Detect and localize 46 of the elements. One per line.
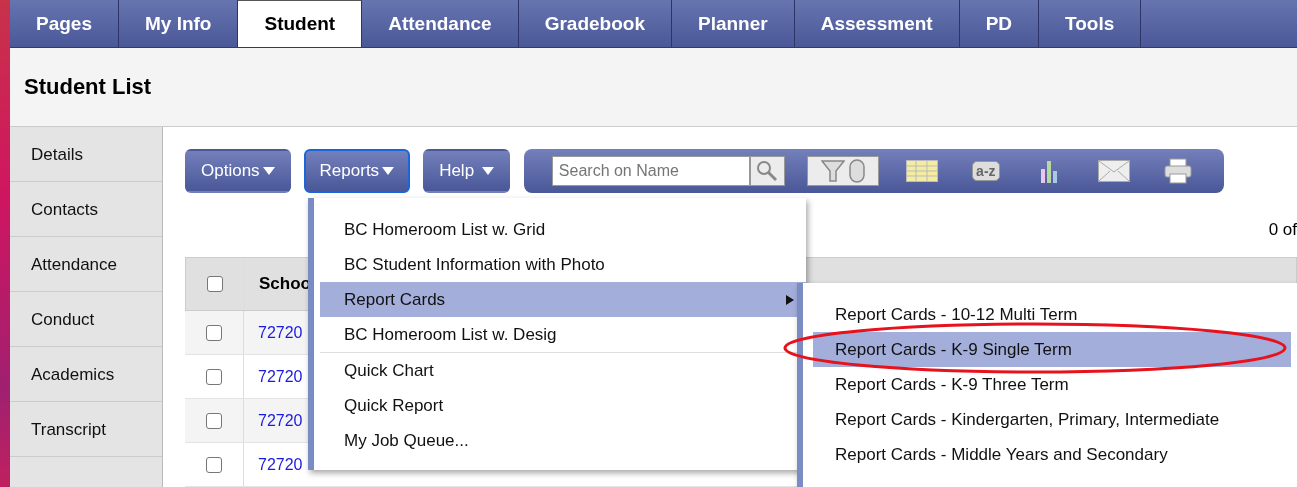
caret-icon bbox=[262, 167, 275, 175]
select-all-checkbox[interactable] bbox=[207, 276, 223, 292]
menu-button[interactable]: Reports bbox=[303, 149, 411, 193]
submenu-item[interactable]: Report Cards - K-9 Three Term bbox=[813, 367, 1291, 402]
search-icon bbox=[756, 160, 779, 182]
row-checkbox[interactable] bbox=[206, 412, 222, 429]
nav-tab[interactable]: Attendance bbox=[362, 0, 519, 48]
menu-item[interactable]: Report Cards bbox=[320, 282, 806, 317]
nav-tab[interactable]: Assessment bbox=[794, 0, 960, 48]
filter-button[interactable] bbox=[806, 156, 879, 186]
nav-tab[interactable]: Tools bbox=[1039, 0, 1142, 48]
record-count: 0 of bbox=[1268, 220, 1297, 241]
row-checkbox[interactable] bbox=[206, 324, 222, 341]
filter-icon bbox=[820, 159, 845, 183]
submenu-item[interactable]: Report Cards - K-9 Single Term bbox=[813, 332, 1291, 367]
sidebar-item[interactable]: Transcript bbox=[10, 402, 162, 457]
sidebar-item[interactable]: Conduct bbox=[10, 292, 162, 347]
nav-tab[interactable]: Gradebook bbox=[518, 0, 672, 48]
nav-tab[interactable]: PD bbox=[959, 0, 1040, 48]
submenu-item[interactable]: Report Cards - Middle Years and Secondary bbox=[813, 437, 1291, 472]
nav-tab[interactable]: Pages bbox=[10, 0, 119, 48]
bar-chart-icon[interactable] bbox=[1039, 159, 1060, 183]
page-title: Student List bbox=[10, 48, 1297, 127]
caret-icon bbox=[481, 167, 494, 175]
search-button[interactable] bbox=[749, 156, 785, 186]
submenu-item[interactable]: Report Cards - Kindergarten, Primary, Intermediate bbox=[813, 402, 1291, 437]
menu-button[interactable]: Help bbox=[423, 149, 510, 193]
sidebar-item[interactable]: Contacts bbox=[10, 182, 162, 237]
print-icon[interactable] bbox=[1163, 158, 1192, 184]
grid-icon[interactable] bbox=[905, 160, 938, 182]
sidebar-item[interactable]: Academics bbox=[10, 347, 162, 402]
submenu-arrow-icon bbox=[786, 294, 794, 305]
sidebar-item[interactable]: Details bbox=[10, 127, 162, 182]
submenu-item[interactable]: Report Cards - 10-12 Multi Term bbox=[813, 297, 1291, 332]
row-checkbox[interactable] bbox=[206, 456, 222, 473]
menu-button[interactable]: Options bbox=[185, 149, 291, 193]
cylinder-icon bbox=[848, 159, 865, 183]
row-checkbox[interactable] bbox=[206, 368, 222, 385]
nav-tab[interactable]: Student bbox=[238, 0, 363, 48]
nav-tab[interactable]: Planner bbox=[672, 0, 795, 48]
sidebar-item[interactable]: Attendance bbox=[10, 237, 162, 292]
sort-icon[interactable]: a-z bbox=[972, 161, 1000, 181]
menu-item[interactable]: BC Homeroom List w. Grid bbox=[320, 212, 806, 247]
search-field[interactable]: Search on Name bbox=[551, 156, 750, 186]
mail-icon[interactable] bbox=[1097, 160, 1130, 182]
caret-icon bbox=[382, 167, 395, 175]
